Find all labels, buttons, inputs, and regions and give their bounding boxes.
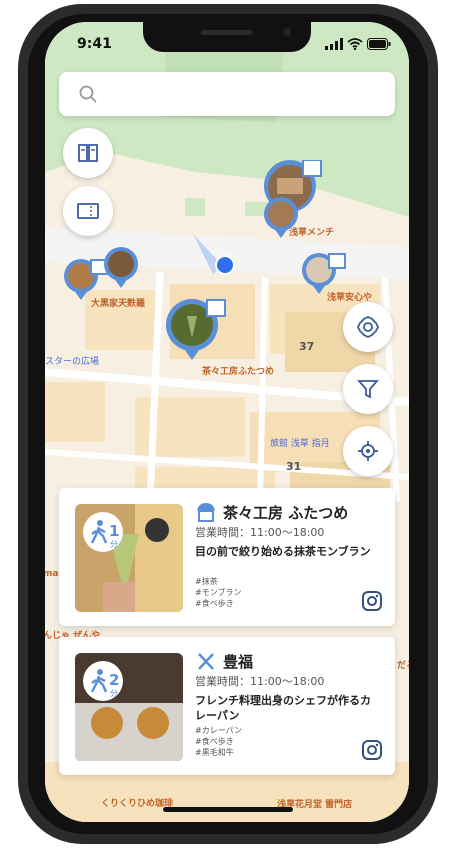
signal-icon (325, 38, 343, 50)
home-indicator (163, 807, 293, 812)
status-time: 9:41 (77, 36, 112, 52)
instagram-icon[interactable] (361, 590, 383, 612)
map-label-kurikuri[interactable]: くりくりひめ珈琲 (101, 796, 173, 809)
walk-minutes: 2 (109, 671, 120, 689)
ticket-button[interactable] (63, 186, 113, 236)
shop-name: 茶々工房 ふたつめ (223, 504, 349, 522)
shop-card-futatsume[interactable]: 1 分 茶々工房 ふたつめ 営業時間：11:00〜18:00 目の前で絞り始める… (59, 488, 395, 626)
settings-button[interactable] (343, 302, 393, 352)
map-label-block31: 31 (286, 460, 302, 473)
tag[interactable]: #食べ歩き (195, 736, 242, 747)
walking-person-icon (90, 669, 108, 693)
ticket-icon (77, 203, 99, 219)
instagram-icon[interactable] (361, 739, 383, 761)
walk-minutes: 1 (109, 522, 120, 540)
map-pin-futatsume[interactable] (165, 298, 229, 370)
battery-icon (367, 38, 391, 50)
walking-person-icon (90, 520, 108, 544)
map-pin-menchi-2[interactable] (263, 196, 303, 242)
gear-icon (357, 316, 379, 338)
tag[interactable]: #食べ歩き (195, 598, 241, 609)
search-bar[interactable] (59, 72, 395, 116)
walk-time-badge: 1 分 (83, 512, 123, 552)
tag-list: #カレーパン #食べ歩き #黒毛和牛 (195, 725, 242, 758)
map-pin-anshin[interactable] (301, 252, 349, 312)
status-icons (325, 38, 391, 50)
filter-button[interactable] (343, 364, 393, 414)
map-pin-tenpura-2[interactable] (103, 246, 143, 292)
tag[interactable]: #カレーパン (195, 725, 242, 736)
book-icon (78, 144, 98, 162)
shop-description: 目の前で絞り始める抹茶モンブラン (195, 545, 371, 558)
crosshair-icon (358, 441, 378, 461)
tag[interactable]: #抹茶 (195, 576, 241, 587)
tag[interactable]: #黒毛和牛 (195, 747, 242, 758)
walk-time-badge: 2 分 (83, 661, 123, 701)
tag[interactable]: #モンブラン (195, 587, 241, 598)
shop-photo: 2 分 (75, 653, 183, 761)
shop-icon (197, 503, 215, 522)
speaker-grille (201, 30, 253, 35)
wifi-icon (347, 38, 363, 50)
search-icon (79, 85, 97, 103)
guidebook-button[interactable] (63, 128, 113, 178)
fork-knife-icon (198, 653, 214, 670)
filter-icon (357, 380, 379, 399)
shop-description: フレンチ料理出身のシェフが作るカレーパン (195, 694, 371, 722)
shop-photo: 1 分 (75, 504, 183, 612)
user-location-dot (215, 255, 235, 275)
walk-unit: 分 (110, 689, 118, 698)
map-label-left-fragment-1: ma (45, 569, 59, 579)
map-label-ryokan[interactable]: 旅館 浅草 指月 (270, 436, 330, 449)
phone-notch (143, 22, 311, 52)
map-label-right-fragment: だる (397, 661, 409, 671)
map-label-hiroba[interactable]: スターの広場 (45, 354, 99, 367)
business-hours: 営業時間：11:00〜18:00 (195, 675, 325, 688)
current-location-button[interactable] (343, 426, 393, 476)
shop-card-toyofuku[interactable]: 2 分 豊福 営業時間：11:00〜18:00 フレンチ料理出身のシェフが作るカ… (59, 637, 395, 775)
map-label-block37: 37 (299, 340, 315, 353)
app-screen: 浅草メンチ 大黒家天麩羅 浅草安心や スターの広場 茶々工房ふたつめ 旅館 浅草… (45, 22, 409, 822)
shop-name: 豊福 (223, 653, 254, 671)
tag-list: #抹茶 #モンブラン #食べ歩き (195, 576, 241, 609)
walk-unit: 分 (110, 540, 118, 549)
business-hours: 営業時間：11:00〜18:00 (195, 526, 325, 539)
front-camera (283, 28, 291, 36)
